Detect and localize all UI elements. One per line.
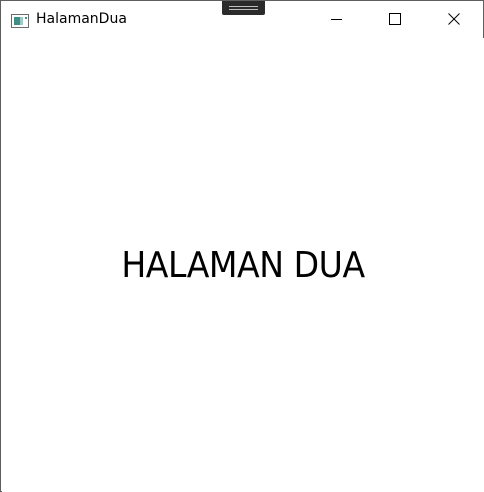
page-content: HALAMAN DUA — [2, 38, 484, 492]
maximize-button[interactable] — [366, 1, 424, 38]
app-window: HalamanDua HALAMAN DUA — [0, 0, 484, 492]
close-button[interactable] — [425, 1, 483, 38]
window-app-icon — [11, 13, 29, 28]
page-heading: HALAMAN DUA — [121, 245, 365, 286]
minimize-button[interactable] — [307, 1, 365, 38]
title-bar[interactable]: HalamanDua — [1, 1, 483, 38]
xaml-debug-toolbar-handle[interactable] — [222, 1, 265, 15]
window-title: HalamanDua — [36, 11, 127, 27]
